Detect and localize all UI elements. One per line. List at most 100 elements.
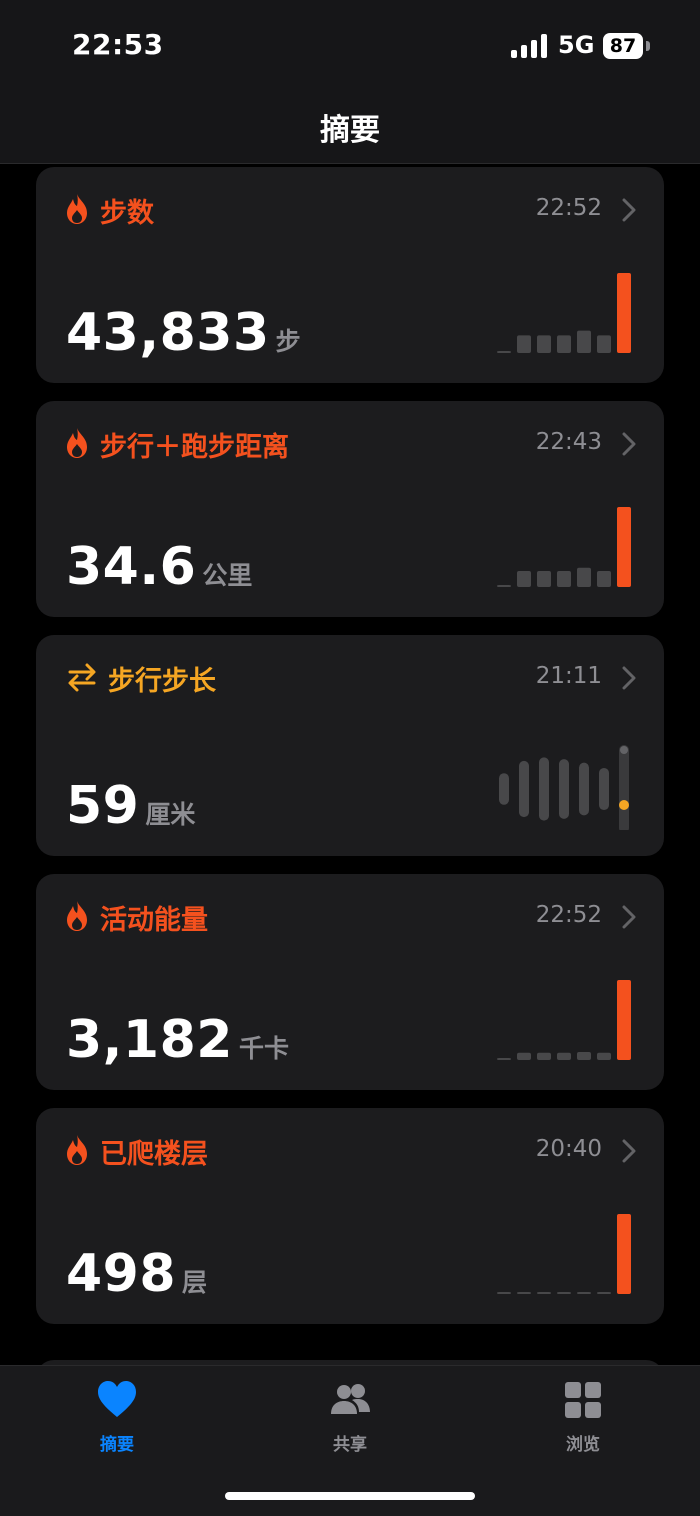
chart-bar [617,273,631,353]
card-time: 21:11 [535,663,602,689]
chart-range-top [620,746,628,754]
chart-bar [517,571,531,587]
chart-bar [597,1292,611,1294]
arrows-swap-icon [68,663,96,692]
signal-strength-icon [511,34,549,58]
chart-bar [617,980,631,1060]
chart-range-bar [539,757,549,821]
card-steps[interactable]: 步数 22:52 43,833 步 [36,167,664,383]
chart-bar [537,335,551,353]
chart-bar [557,335,571,353]
tab-summary[interactable]: 摘要 [47,1366,187,1466]
chart-range-bar [599,767,609,811]
chart-bar [577,1292,591,1294]
tab-label: 摘要 [100,1435,134,1455]
card-value: 498 层 [66,1244,207,1304]
value-number: 3,182 [66,1010,233,1070]
card-title: 步行步长 [108,666,216,697]
value-number: 498 [66,1244,177,1304]
chart-bar [577,567,591,587]
chart-bar [517,1292,531,1294]
card-time: 20:40 [535,1136,602,1162]
card-value: 34.6 公里 [66,537,252,597]
card-title: 已爬楼层 [100,1139,208,1170]
status-time: 22:53 [72,28,164,61]
chart-bar [537,571,551,587]
flame-icon [67,194,87,224]
card-value: 59 厘米 [66,776,195,836]
chart-bar [617,1214,631,1294]
people-icon [331,1384,370,1414]
card-active-energy[interactable]: 活动能量 22:52 3,182 千卡 [36,874,664,1090]
card-header: 活动能量 22:52 [36,874,664,954]
card-header: 步数 22:52 [36,167,664,247]
nav-bar: 摘要 [0,95,700,164]
chart-highlight-dot [619,800,629,810]
chevron-right-icon [622,666,636,690]
chart-range-bar [559,759,569,819]
chart-range-bar [619,745,629,830]
value-number: 59 [66,776,140,836]
value-unit: 千卡 [238,1034,289,1063]
flame-icon [67,901,87,931]
card-title: 活动能量 [100,905,208,936]
mini-bar-chart [497,273,631,353]
card-flights-climbed[interactable]: 已爬楼层 20:40 498 层 [36,1108,664,1324]
card-time: 22:52 [535,902,602,928]
status-bar: 22:53 5G 87 [0,0,700,95]
chevron-right-icon [622,905,636,929]
heart-icon [98,1381,136,1417]
value-number: 34.6 [66,537,197,597]
chart-range-bar [519,760,529,818]
chevron-right-icon [622,432,636,456]
chart-bar [617,507,631,587]
card-title: 步行＋跑步距离 [100,432,289,463]
grid-icon [565,1382,601,1418]
chart-bar [597,571,611,587]
chart-bar [557,571,571,587]
battery-icon: 87 [603,33,643,59]
chart-bar [597,335,611,353]
mini-bar-chart [497,1214,631,1294]
chart-bar [557,1292,571,1294]
card-header: 步行＋跑步距离 22:43 [36,401,664,481]
mini-bar-chart [497,980,631,1060]
card-value: 3,182 千卡 [66,1010,289,1070]
value-unit: 步 [275,327,301,356]
mini-bar-chart [497,507,631,587]
chevron-right-icon [622,1139,636,1163]
card-value: 43,833 步 [66,303,301,363]
chart-bar [497,1058,511,1060]
chart-bar [537,1052,551,1060]
card-header: 步行步长 21:11 [36,635,664,715]
chart-bar [577,1052,591,1060]
chart-bar [497,585,511,587]
tab-browse[interactable]: 浏览 [513,1366,653,1466]
home-indicator[interactable] [225,1492,475,1500]
chart-range-bar [579,762,589,816]
chart-bar [497,1292,511,1294]
card-walking-step-length[interactable]: 步行步长 21:11 59 厘米 [36,635,664,856]
chart-bar [577,330,591,353]
card-time: 22:52 [535,195,602,221]
value-number: 43,833 [66,303,270,363]
battery-tip [646,41,650,51]
card-time: 22:43 [535,429,602,455]
network-type: 5G [558,31,595,59]
chart-bar [497,351,511,353]
chart-range-bar [499,773,509,805]
value-unit: 层 [182,1268,208,1297]
tab-sharing[interactable]: 共享 [280,1366,420,1466]
chart-bar [537,1292,551,1294]
chart-bar [597,1052,611,1060]
card-header: 已爬楼层 20:40 [36,1108,664,1188]
chevron-right-icon [622,198,636,222]
mini-range-chart [499,745,629,830]
page-title: 摘要 [320,113,380,148]
chart-bar [557,1052,571,1060]
card-walk-run-distance[interactable]: 步行＋跑步距离 22:43 34.6 公里 [36,401,664,617]
value-unit: 厘米 [145,800,196,829]
card-title: 步数 [100,198,154,229]
flame-icon [67,428,87,458]
tab-label: 浏览 [566,1435,600,1455]
